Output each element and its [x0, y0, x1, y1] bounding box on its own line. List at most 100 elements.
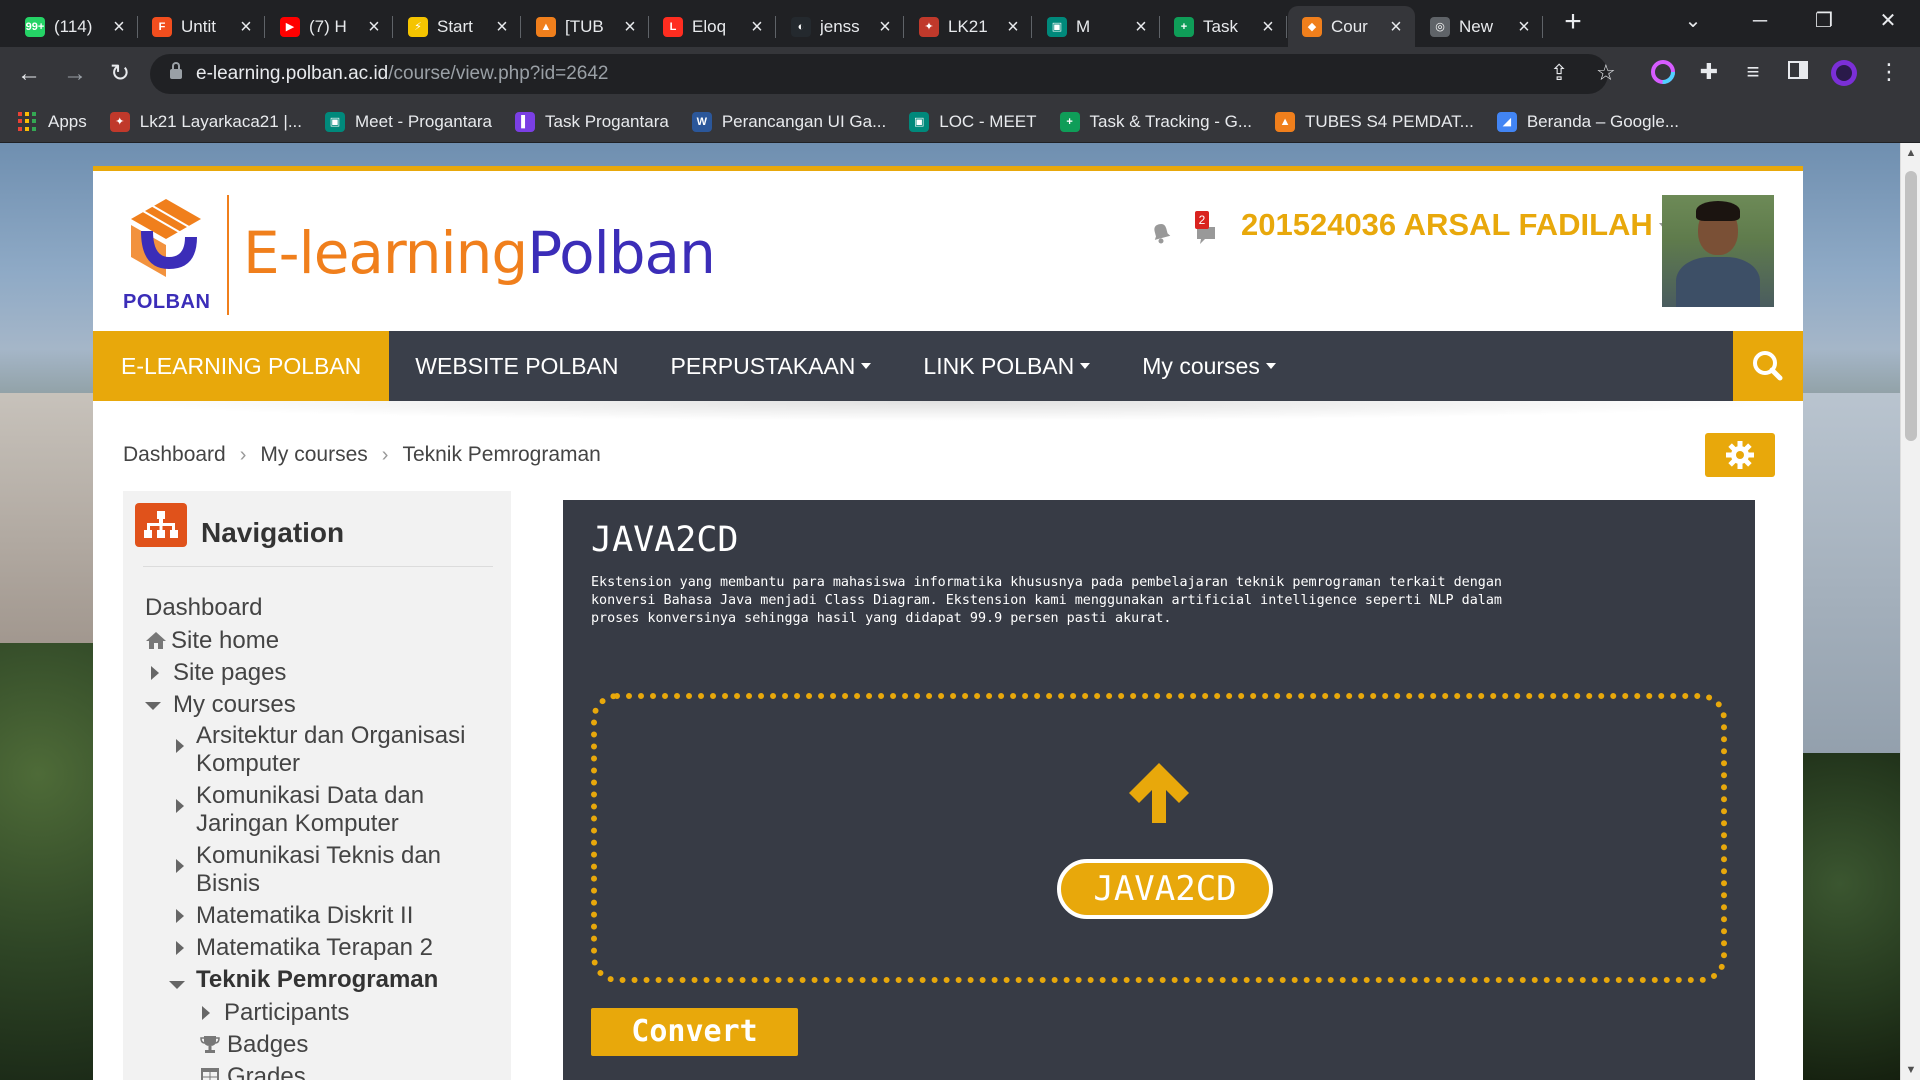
bookmark-item[interactable]: W Perancangan UI Ga...: [691, 111, 886, 132]
restore-icon[interactable]: ❐: [1804, 4, 1844, 38]
tab-close-icon[interactable]: ×: [1515, 17, 1533, 37]
upload-arrow-icon[interactable]: [1119, 757, 1199, 827]
background-tree: [0, 643, 95, 1080]
java2cd-panel: JAVA2CD Ekstension yang membantu para ma…: [563, 500, 1755, 1080]
file-dropzone[interactable]: JAVA2CD: [591, 693, 1727, 983]
browser-tab[interactable]: F Untit ×: [138, 6, 265, 47]
tab-close-icon[interactable]: ×: [365, 17, 383, 37]
convert-button[interactable]: Convert: [591, 1008, 798, 1056]
nav-participants[interactable]: Participants: [224, 999, 349, 1027]
polban-logo-icon[interactable]: [121, 191, 211, 281]
nav-my-courses[interactable]: My courses: [1116, 331, 1302, 401]
browser-tab[interactable]: ▶ (7) H ×: [266, 6, 393, 47]
upload-file-button[interactable]: JAVA2CD: [1057, 859, 1273, 919]
bookmark-item[interactable]: ▲ TUBES S4 PEMDAT...: [1275, 111, 1474, 132]
browser-tab[interactable]: ◆ Cour ×: [1288, 6, 1415, 47]
course-settings-button[interactable]: [1705, 433, 1775, 477]
nav-elearning-polban[interactable]: E-LEARNING POLBAN: [93, 331, 390, 401]
back-arrow-icon[interactable]: ←: [12, 57, 46, 91]
bookmark-item[interactable]: ◢ Beranda – Google...: [1496, 111, 1679, 132]
breadcrumb-dashboard[interactable]: Dashboard: [123, 443, 226, 467]
nav-website-polban[interactable]: WEBSITE POLBAN: [389, 331, 644, 401]
profile-avatar-icon[interactable]: [1830, 59, 1857, 86]
tab-close-icon[interactable]: ×: [621, 17, 639, 37]
tab-close-icon[interactable]: ×: [1259, 17, 1277, 37]
notification-bell-icon[interactable]: [1148, 219, 1174, 245]
breadcrumb-current-course[interactable]: Teknik Pemrograman: [402, 443, 600, 467]
whatsapp-icon: 99+: [25, 16, 45, 37]
browser-tab[interactable]: ▣ M ×: [1033, 6, 1160, 47]
side-panel-icon[interactable]: [1785, 59, 1811, 85]
nav-tree-site-pages[interactable]: Site pages: [151, 659, 286, 687]
tab-title: LK21: [948, 16, 988, 36]
bookmark-item[interactable]: + Task & Tracking - G...: [1059, 111, 1252, 132]
tab-search-icon[interactable]: ⌄: [1673, 4, 1713, 38]
chrome-menu-icon[interactable]: ⋮: [1876, 59, 1902, 85]
browser-tab[interactable]: ◎ New ×: [1416, 6, 1543, 47]
breadcrumb: Dashboard › My courses › Teknik Pemrogra…: [123, 443, 601, 467]
browser-toolbar: ← → ↻ e-learning.polban.ac.id/course/vie…: [0, 47, 1920, 101]
browser-tab[interactable]: ✦ LK21 ×: [905, 6, 1032, 47]
tab-separator: [1286, 16, 1287, 38]
nav-perpustakaan[interactable]: PERPUSTAKAAN: [645, 331, 898, 401]
tab-close-icon[interactable]: ×: [1132, 17, 1150, 37]
dropdown-caret-icon: [1080, 363, 1091, 369]
nav-tree-dashboard[interactable]: Dashboard: [145, 594, 262, 622]
nav-course-item[interactable]: Matematika Terapan 2: [196, 934, 433, 962]
scroll-thumb[interactable]: [1905, 171, 1917, 441]
page-scrollbar[interactable]: ▲ ▼: [1900, 143, 1920, 1080]
minimize-icon[interactable]: ─: [1740, 4, 1780, 38]
browser-tab[interactable]: L Eloq ×: [649, 6, 776, 47]
search-button[interactable]: [1733, 331, 1803, 401]
scroll-down-arrow-icon[interactable]: ▼: [1901, 1064, 1920, 1076]
user-menu[interactable]: 201524036 ARSAL FADILAH: [1241, 207, 1671, 243]
nav-tree-site-home[interactable]: Site home: [145, 627, 279, 655]
extensions-puzzle-icon[interactable]: ✚: [1696, 59, 1722, 85]
bookmark-item[interactable]: ✦ Lk21 Layarkaca21 |...: [109, 111, 302, 132]
tab-close-icon[interactable]: ×: [748, 17, 766, 37]
tab-close-icon[interactable]: ×: [876, 17, 894, 37]
breadcrumb-my-courses[interactable]: My courses: [260, 443, 367, 467]
tab-close-icon[interactable]: ×: [493, 17, 511, 37]
bookmark-item[interactable]: ▣ Meet - Progantara: [325, 111, 492, 132]
nav-link-polban[interactable]: LINK POLBAN: [897, 331, 1116, 401]
bookmark-star-icon[interactable]: ☆: [1596, 60, 1616, 86]
lock-icon[interactable]: [170, 62, 182, 81]
tab-close-icon[interactable]: ×: [1387, 17, 1405, 37]
forward-arrow-icon[interactable]: →: [58, 57, 92, 91]
browser-tab[interactable]: + Task ×: [1160, 6, 1287, 47]
user-avatar[interactable]: [1662, 195, 1774, 307]
nav-badges[interactable]: Badges: [199, 1031, 308, 1059]
tab-close-icon[interactable]: ×: [110, 17, 128, 37]
bookmark-item[interactable]: ▌ Task Progantara: [515, 111, 669, 132]
nav-course-item[interactable]: Matematika Diskrit II: [196, 902, 413, 930]
nav-tree-my-courses[interactable]: My courses: [145, 691, 296, 719]
bookmark-item[interactable]: ▣ LOC - MEET: [909, 111, 1037, 132]
scroll-up-arrow-icon[interactable]: ▲: [1901, 147, 1920, 159]
tubes-icon: ▲: [1275, 111, 1296, 132]
search-icon: [1753, 351, 1783, 381]
browser-tab[interactable]: 99+ (114) ×: [11, 6, 138, 47]
reading-list-icon[interactable]: ≡: [1740, 59, 1766, 85]
colorful-extension-icon[interactable]: [1650, 59, 1676, 85]
moodle-page: POLBAN E-learningPolban 2 201524036 ARSA…: [93, 166, 1803, 1080]
reload-icon[interactable]: ↻: [103, 57, 137, 91]
share-icon[interactable]: ⇪: [1550, 60, 1568, 86]
url-path: /course/view.php?id=2642: [388, 63, 609, 84]
nav-grades[interactable]: Grades: [199, 1063, 306, 1080]
tab-close-icon[interactable]: ×: [237, 17, 255, 37]
browser-tab[interactable]: ▲ [TUB ×: [522, 6, 649, 47]
nav-course-current[interactable]: Teknik Pemrograman: [196, 966, 438, 994]
site-brand[interactable]: E-learningPolban: [243, 219, 716, 287]
nav-course-item[interactable]: Komunikasi Data dan Jaringan Komputer: [196, 782, 496, 838]
nav-course-item[interactable]: Arsitektur dan Organisasi Komputer: [196, 722, 496, 778]
tab-close-icon[interactable]: ×: [1004, 17, 1022, 37]
new-tab-button[interactable]: +: [1558, 7, 1588, 38]
lk21-icon: ✦: [919, 16, 939, 37]
browser-tab[interactable]: ⚡ Start ×: [394, 6, 521, 47]
close-window-icon[interactable]: ✕: [1868, 4, 1908, 38]
address-bar[interactable]: e-learning.polban.ac.id/course/view.php?…: [150, 54, 1616, 94]
browser-tab[interactable]: ◐ jenss ×: [777, 6, 904, 47]
nav-course-item[interactable]: Komunikasi Teknis dan Bisnis: [196, 842, 496, 898]
bookmark-item[interactable]: Apps: [18, 111, 87, 132]
